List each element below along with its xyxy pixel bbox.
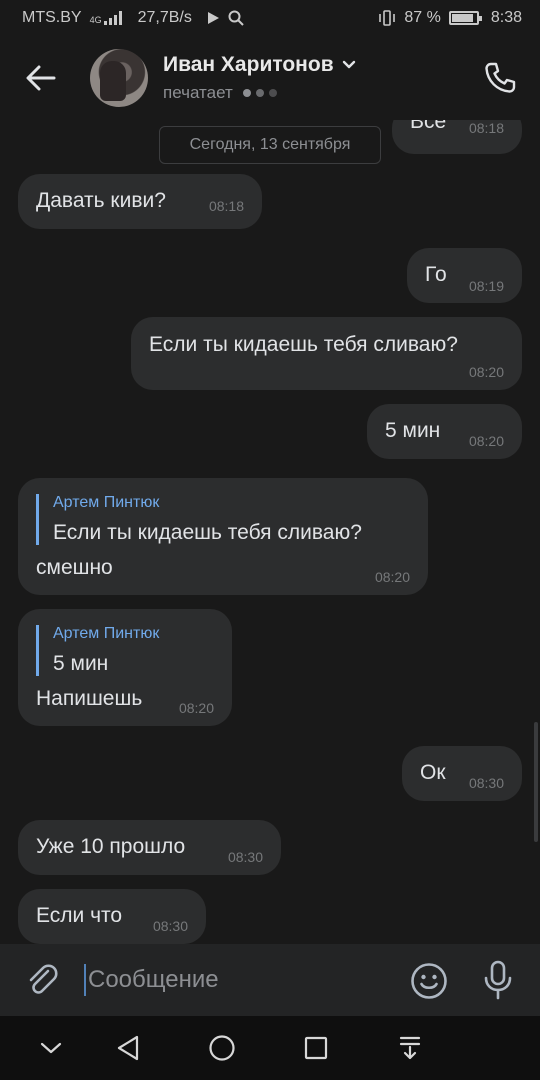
status-bar: MTS.BY 4G 27,7B/s 87 % 8:38 <box>0 0 540 36</box>
message-text: Если ты кидаешь тебя сливаю? <box>149 333 458 356</box>
avatar[interactable] <box>90 49 148 107</box>
notification-pull-icon <box>399 1036 421 1060</box>
message-bubble-outgoing[interactable]: Ок 08:30 <box>402 746 522 801</box>
message-text: Давать киви? <box>36 189 166 212</box>
typing-dots-icon <box>242 89 277 97</box>
message-text: смешно <box>36 556 113 579</box>
voice-message-button[interactable] <box>478 958 518 1002</box>
message-bubble-outgoing[interactable]: Если ты кидаешь тебя сливаю? 08:20 <box>131 317 522 390</box>
reply-quote[interactable]: Артем Пинтюк Если ты кидаешь тебя сливаю… <box>36 494 362 545</box>
message-time: 08:20 <box>468 433 504 449</box>
message-bubble-incoming[interactable]: Давать киви? 08:18 <box>18 174 262 229</box>
carrier-name: MTS.BY <box>22 9 82 26</box>
system-nav-bar <box>0 1016 540 1080</box>
message-time: 08:30 <box>152 918 188 934</box>
chevron-down-icon <box>342 60 355 69</box>
clock: 8:38 <box>490 9 522 26</box>
message-text: Если что <box>36 904 123 927</box>
message-composer: Сообщение <box>0 944 540 1016</box>
message-time: 08:20 <box>468 364 504 380</box>
chevron-down-icon <box>40 1042 62 1054</box>
peer-info[interactable]: Иван Харитонов печатает <box>163 53 356 103</box>
scrollbar[interactable] <box>534 722 538 842</box>
message-input-placeholder: Сообщение <box>88 966 219 993</box>
peer-status-row: печатает <box>163 83 356 103</box>
vibrate-icon <box>379 10 396 26</box>
nav-recents-button[interactable] <box>298 1030 334 1066</box>
text-caret <box>84 964 86 996</box>
recents-square-icon <box>304 1036 328 1060</box>
network-type: 4G <box>89 15 102 25</box>
back-arrow-icon <box>26 65 56 91</box>
message-bubble-incoming[interactable]: Артем Пинтюк 5 мин Напишешь 08:20 <box>18 609 232 726</box>
message-time: 08:30 <box>468 775 504 791</box>
nav-home-button[interactable] <box>204 1030 240 1066</box>
microphone-icon <box>484 960 512 1000</box>
message-time: 08:19 <box>468 278 504 294</box>
message-bubble-incoming[interactable]: Если что 08:30 <box>18 889 206 944</box>
message-time: 08:18 <box>208 198 244 214</box>
message-text: Го <box>425 263 447 286</box>
phone-icon <box>485 62 516 93</box>
nav-back-button[interactable] <box>110 1030 146 1066</box>
attach-button[interactable] <box>22 960 62 1000</box>
message-list[interactable]: Все 08:18 Сегодня, 13 сентября Давать ки… <box>0 120 540 944</box>
battery-icon <box>448 11 482 25</box>
emoji-button[interactable] <box>408 960 450 1002</box>
message-time: 08:20 <box>178 700 214 716</box>
reply-text: Если ты кидаешь тебя сливаю? <box>53 521 362 544</box>
reply-text: 5 мин <box>53 652 109 675</box>
message-time: 08:20 <box>374 569 410 585</box>
battery-level <box>451 14 473 22</box>
peer-name: Иван Харитонов <box>163 53 334 76</box>
message-bubble-incoming[interactable]: Уже 10 прошло 08:30 <box>18 820 281 875</box>
back-triangle-icon <box>117 1035 139 1061</box>
message-text: 5 мин <box>385 419 441 442</box>
message-text: Уже 10 прошло <box>36 835 186 858</box>
emoji-icon <box>411 963 447 999</box>
nav-hide-button[interactable] <box>33 1030 69 1066</box>
message-time: 08:30 <box>227 849 263 865</box>
message-text: Все <box>410 120 447 133</box>
message-text: Напишешь <box>36 687 143 710</box>
message-input[interactable]: Сообщение <box>84 958 384 1002</box>
battery-percent: 87 % <box>404 9 441 26</box>
avatar-figure <box>100 61 126 101</box>
play-icon <box>207 12 219 24</box>
search-icon <box>228 10 244 26</box>
message-bubble-outgoing[interactable]: 5 мин 08:20 <box>367 404 522 459</box>
message-bubble-incoming[interactable]: Артем Пинтюк Если ты кидаешь тебя сливаю… <box>18 478 428 595</box>
status-bar-right: 87 % 8:38 <box>378 9 522 27</box>
reply-author: Артем Пинтюк <box>53 625 160 642</box>
nav-notifications-button[interactable] <box>392 1030 428 1066</box>
peer-name-row: Иван Харитонов <box>163 53 356 77</box>
reply-quote[interactable]: Артем Пинтюк 5 мин <box>36 625 159 676</box>
network-speed: 27,7B/s <box>137 9 192 26</box>
chat-header: Иван Харитонов печатает <box>0 36 540 120</box>
message-text: Ок <box>420 761 446 784</box>
call-button[interactable] <box>478 56 522 100</box>
message-bubble-outgoing[interactable]: Все 08:18 <box>392 120 522 154</box>
message-bubble-outgoing[interactable]: Го 08:19 <box>407 248 522 303</box>
signal-bars-icon <box>103 11 122 25</box>
home-circle-icon <box>209 1035 235 1061</box>
message-time: 08:18 <box>468 120 504 136</box>
paperclip-icon <box>29 964 58 994</box>
status-bar-left: MTS.BY 4G 27,7B/s <box>22 9 244 27</box>
typing-status: печатает <box>163 83 233 102</box>
date-divider: Сегодня, 13 сентября <box>159 126 381 164</box>
reply-author: Артем Пинтюк <box>53 494 160 511</box>
back-button[interactable] <box>18 55 64 101</box>
